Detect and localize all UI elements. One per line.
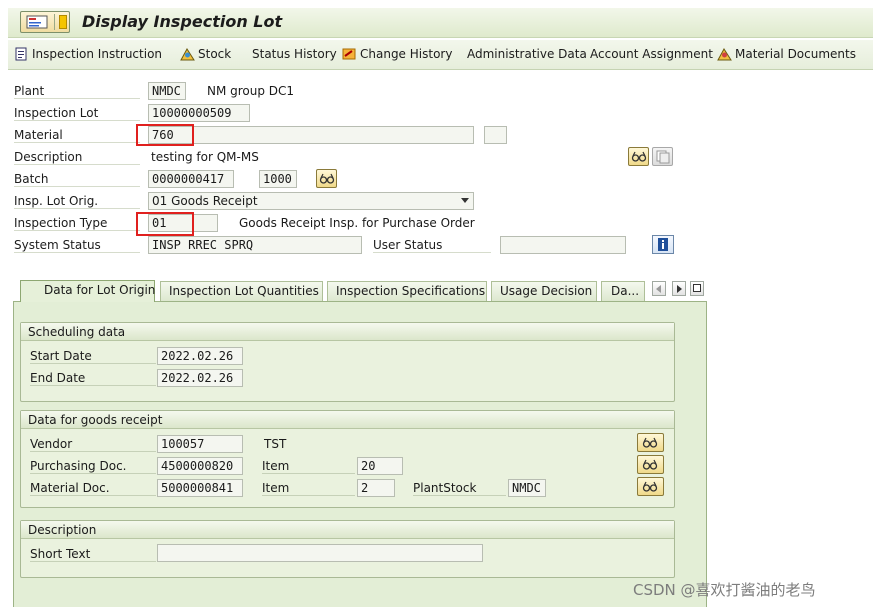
material-documents-button[interactable]: Material Documents <box>717 47 856 61</box>
glasses-display-button[interactable] <box>628 147 649 166</box>
chevron-left-icon <box>656 285 661 293</box>
purchasing-item-field[interactable]: 20 <box>357 457 403 475</box>
purchasing-item-label: Item <box>262 459 355 474</box>
menu-icon <box>26 15 48 29</box>
batch-plant-field[interactable]: 1000 <box>259 170 297 188</box>
vendor-name: TST <box>264 437 287 451</box>
tab-scroll-left-button[interactable] <box>652 281 666 296</box>
scheduling-data-group: Scheduling data Start Date 2022.02.26 En… <box>20 322 675 402</box>
plant-stock-field[interactable]: NMDC <box>508 479 546 497</box>
batch-label: Batch <box>14 172 140 187</box>
inspection-instruction-button[interactable]: Inspection Instruction <box>14 47 162 61</box>
tab-list-icon <box>693 284 701 292</box>
administrative-data-button[interactable]: Administrative Data <box>467 47 587 61</box>
inspection-type-highlight-box <box>136 212 194 236</box>
purchasing-doc-field[interactable]: 4500000820 <box>157 457 243 475</box>
inspection-type-description: Goods Receipt Insp. for Purchase Order <box>239 216 475 230</box>
material-doc-display-button[interactable] <box>637 477 664 496</box>
end-date-field[interactable]: 2022.02.26 <box>157 369 243 387</box>
material-highlight-box <box>136 124 194 146</box>
inspection-lot-label: Inspection Lot <box>14 106 140 121</box>
system-status-label: System Status <box>14 238 140 253</box>
account-assignment-button[interactable]: Account Assignment <box>590 47 713 61</box>
copy-button[interactable] <box>652 147 673 166</box>
tab-more[interactable]: Da... <box>601 281 645 301</box>
vendor-field[interactable]: 100057 <box>157 435 243 453</box>
glasses-icon <box>631 151 647 162</box>
tab-inspection-specifications[interactable]: Inspection Specifications <box>327 281 487 301</box>
info-button[interactable] <box>652 235 674 254</box>
vendor-display-button[interactable] <box>637 433 664 452</box>
inspection-type-label: Inspection Type <box>14 216 140 231</box>
purchasing-doc-label: Purchasing Doc. <box>30 459 156 474</box>
tab-usage-decision[interactable]: Usage Decision <box>491 281 597 301</box>
glasses-icon <box>642 459 658 470</box>
material-item-field[interactable]: 2 <box>357 479 395 497</box>
tab-list-button[interactable] <box>690 281 704 296</box>
glasses-icon <box>319 173 335 184</box>
material-icon <box>717 48 732 61</box>
tab-data-for-lot-origin[interactable]: Data for Lot Origin <box>20 280 155 302</box>
change-icon <box>342 48 356 60</box>
watermark: CSDN @喜欢打酱油的老鸟 <box>633 581 816 599</box>
end-date-label: End Date <box>30 371 156 386</box>
info-icon <box>658 238 668 251</box>
tab-inspection-lot-quantities[interactable]: Inspection Lot Quantities <box>160 281 323 301</box>
plant-label: Plant <box>14 84 140 99</box>
dropdown-icon <box>59 15 67 29</box>
document-icon <box>15 47 27 61</box>
goods-receipt-group: Data for goods receipt Vendor 100057 TST… <box>20 410 675 508</box>
plant-description: NM group DC1 <box>207 84 295 98</box>
title-bar: Display Inspection Lot <box>8 8 873 38</box>
menu-button[interactable] <box>20 11 70 33</box>
lot-origin-select[interactable]: 01 Goods Receipt <box>148 192 474 210</box>
glasses-icon <box>642 481 658 492</box>
material-doc-label: Material Doc. <box>30 481 156 496</box>
stock-icon <box>180 48 195 61</box>
material-extra-field[interactable] <box>484 126 507 144</box>
status-history-button[interactable]: Status History <box>252 47 337 61</box>
vendor-label: Vendor <box>30 437 156 452</box>
chevron-down-icon <box>461 198 469 203</box>
copy-icon <box>656 150 670 164</box>
start-date-field[interactable]: 2022.02.26 <box>157 347 243 365</box>
tab-scroll-right-button[interactable] <box>672 281 686 296</box>
purchasing-doc-display-button[interactable] <box>637 455 664 474</box>
material-item-label: Item <box>262 481 355 496</box>
description-value: testing for QM-MS <box>151 150 259 164</box>
start-date-label: Start Date <box>30 349 156 364</box>
glasses-icon <box>642 437 658 448</box>
page-title: Display Inspection Lot <box>82 12 283 31</box>
description-group-title: Description <box>21 521 674 539</box>
goods-receipt-title: Data for goods receipt <box>21 411 674 429</box>
lot-origin-value: 01 Goods Receipt <box>152 194 258 208</box>
short-text-field[interactable] <box>157 544 483 562</box>
plant-field[interactable]: NMDC <box>148 82 186 100</box>
change-history-button[interactable]: Change History <box>342 47 452 61</box>
batch-display-button[interactable] <box>316 169 337 188</box>
batch-field[interactable]: 0000000417 <box>148 170 234 188</box>
scheduling-data-title: Scheduling data <box>21 323 674 341</box>
description-label: Description <box>14 150 140 165</box>
chevron-right-icon <box>677 285 682 293</box>
inspection-lot-field[interactable]: 10000000509 <box>148 104 250 122</box>
system-status-field[interactable]: INSP RREC SPRQ <box>148 236 362 254</box>
material-field[interactable]: 760 <box>148 126 474 144</box>
material-doc-field[interactable]: 5000000841 <box>157 479 243 497</box>
short-text-label: Short Text <box>30 547 156 562</box>
lot-origin-label: Insp. Lot Orig. <box>14 194 140 209</box>
plant-stock-label: PlantStock <box>413 481 506 496</box>
application-toolbar: Inspection Instruction Stock Status Hist… <box>8 40 873 70</box>
material-label: Material <box>14 128 140 143</box>
stock-button[interactable]: Stock <box>180 47 231 61</box>
user-status-field[interactable] <box>500 236 626 254</box>
user-status-label: User Status <box>373 238 491 253</box>
description-group: Description Short Text <box>20 520 675 578</box>
